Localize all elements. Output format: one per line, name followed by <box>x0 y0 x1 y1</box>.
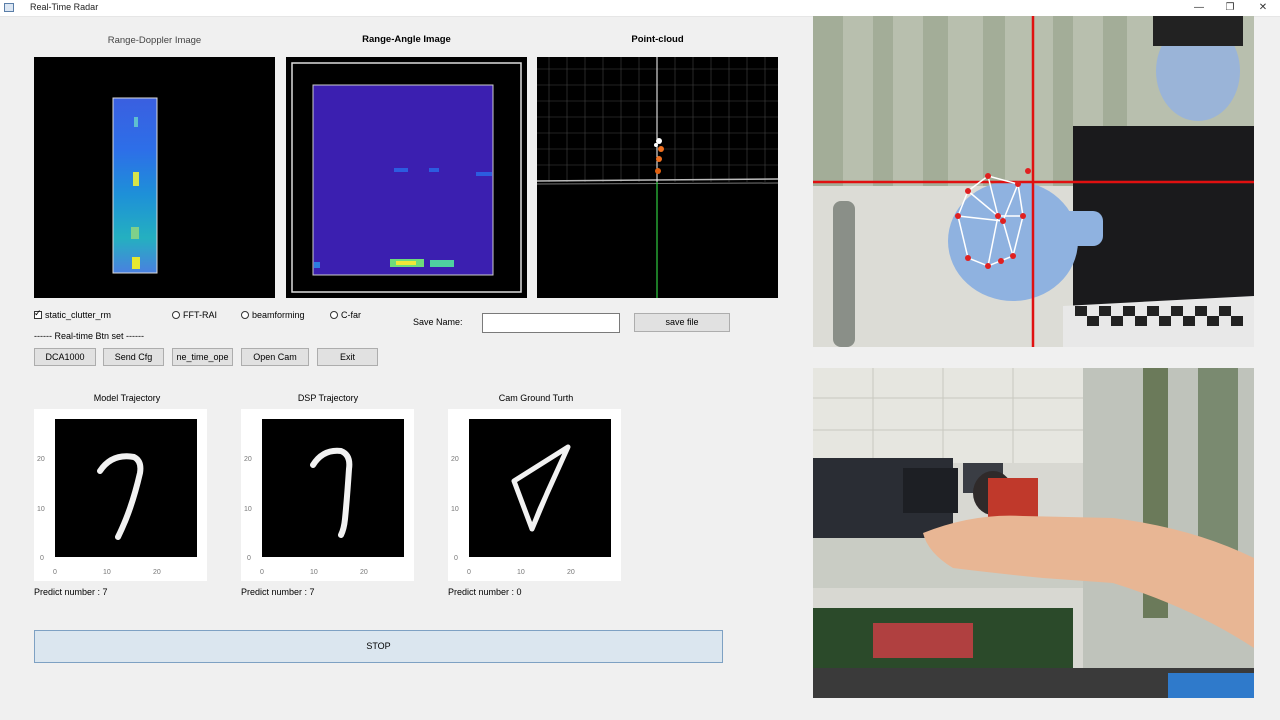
cfar-option[interactable]: C-far <box>330 310 361 320</box>
range-angle-image <box>286 57 527 298</box>
y-tick-20: 20 <box>451 456 459 463</box>
stop-button[interactable]: STOP <box>34 630 723 663</box>
x-tick-10: 10 <box>310 569 318 576</box>
open-cam-button[interactable]: Open Cam <box>241 348 309 366</box>
point-cloud-view <box>537 57 778 298</box>
x-tick-20: 20 <box>360 569 368 576</box>
beamforming-radio[interactable] <box>241 311 249 319</box>
model-predict-label: Predict number : 7 <box>34 587 108 597</box>
cfar-label: C-far <box>341 310 361 320</box>
x-tick-10: 10 <box>103 569 111 576</box>
x-tick-20: 20 <box>567 569 575 576</box>
title-bar: Real-Time Radar — ❐ ✕ <box>0 0 1280 17</box>
beamforming-label: beamforming <box>252 310 305 320</box>
hand-tracking-image <box>813 16 1254 347</box>
range-doppler-image <box>34 57 275 298</box>
cam-predict-label: Predict number : 0 <box>448 587 522 597</box>
model-trajectory-title: Model Trajectory <box>93 393 161 403</box>
static-clutter-checkbox[interactable] <box>34 308 42 319</box>
exit-button[interactable]: Exit <box>317 348 378 366</box>
save-file-button[interactable]: save file <box>634 313 730 332</box>
model-trajectory-plot: 20 10 0 0 10 20 <box>34 409 207 581</box>
dsp-trajectory-title: DSP Trajectory <box>297 393 359 403</box>
dsp-trajectory-plot: 20 10 0 0 10 20 <box>241 409 414 581</box>
close-button[interactable]: ✕ <box>1246 0 1280 16</box>
app-icon <box>4 3 14 12</box>
save-name-label: Save Name: <box>413 317 463 327</box>
y-tick-10: 10 <box>451 506 459 513</box>
range-angle-title: Range-Angle Image <box>362 34 451 45</box>
x-tick-20: 20 <box>153 569 161 576</box>
y-tick-20: 20 <box>37 456 45 463</box>
fft-rai-option[interactable]: FFT-RAI <box>172 310 217 320</box>
lab-camera-feed <box>813 368 1254 698</box>
send-cfg-button[interactable]: Send Cfg <box>103 348 164 366</box>
restore-button[interactable]: ❐ <box>1213 0 1247 16</box>
cam-ground-truth-plot: 20 10 0 0 10 20 <box>448 409 621 581</box>
x-tick-0: 0 <box>467 569 471 576</box>
minimize-button[interactable]: — <box>1182 0 1216 16</box>
y-tick-20: 20 <box>244 456 252 463</box>
hand-tracking-camera-feed <box>813 16 1254 347</box>
range-doppler-heatmap <box>112 97 158 274</box>
y-tick-10: 10 <box>244 506 252 513</box>
beamforming-option[interactable]: beamforming <box>241 310 305 320</box>
lab-scene-image <box>813 368 1254 698</box>
x-tick-10: 10 <box>517 569 525 576</box>
point-cloud-plot <box>537 57 778 298</box>
y-tick-10: 10 <box>37 506 45 513</box>
x-tick-0: 0 <box>53 569 57 576</box>
dsp-predict-label: Predict number : 7 <box>241 587 315 597</box>
range-angle-heatmap <box>291 62 522 293</box>
realtime-section-label: ------ Real-time Btn set ------ <box>34 331 144 341</box>
y-tick-0: 0 <box>247 555 251 562</box>
y-tick-0: 0 <box>40 555 44 562</box>
cfar-radio[interactable] <box>330 311 338 319</box>
y-tick-0: 0 <box>454 555 458 562</box>
cam-ground-truth-title: Cam Ground Turth <box>498 393 574 403</box>
save-name-input[interactable] <box>482 313 620 333</box>
dca1000-button[interactable]: DCA1000 <box>34 348 96 366</box>
fft-rai-radio[interactable] <box>172 311 180 319</box>
static-clutter-label: static_clutter_rm <box>45 310 112 320</box>
one-time-operation-button[interactable]: ne_time_ope <box>172 348 233 366</box>
point-cloud-title: Point-cloud <box>631 34 684 45</box>
static-clutter-option[interactable]: static_clutter_rm <box>34 308 112 320</box>
x-tick-0: 0 <box>260 569 264 576</box>
range-doppler-title: Range-Doppler Image <box>107 35 202 46</box>
fft-rai-label: FFT-RAI <box>183 310 217 320</box>
window-title: Real-Time Radar <box>30 2 99 12</box>
